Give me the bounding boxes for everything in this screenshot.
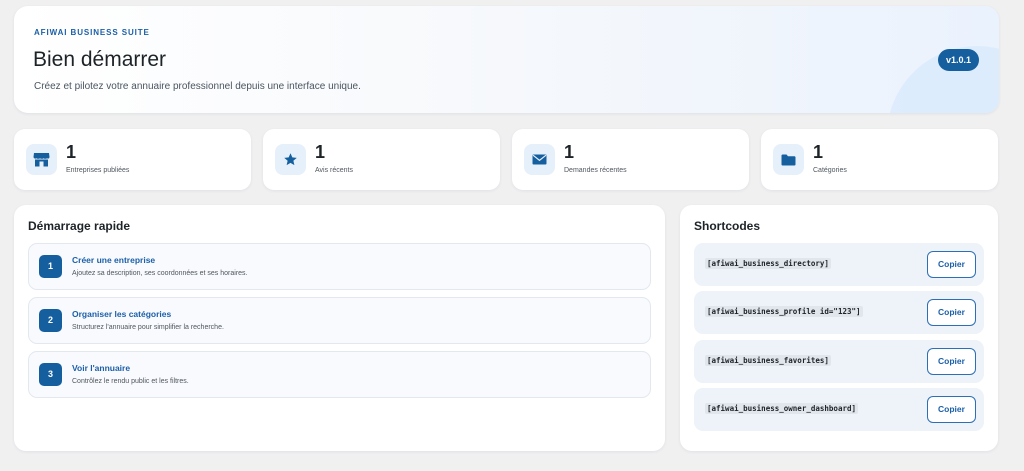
step-description: Ajoutez sa description, ses coordonnées … — [72, 270, 248, 277]
folder-icon — [773, 144, 804, 175]
quickstart-step-create-business[interactable]: 1 Créer une entreprise Ajoutez sa descri… — [28, 243, 651, 290]
shortcode-text: [afiwai_business_profile id="123"] — [705, 306, 863, 317]
step-description: Contrôlez le rendu public et les filtres… — [72, 378, 189, 385]
shortcode-row: [afiwai_business_favorites] Copier — [694, 340, 984, 383]
shortcode-text: [afiwai_business_favorites] — [705, 355, 831, 366]
step-title[interactable]: Organiser les catégories — [72, 309, 171, 319]
stat-value: 1 — [66, 142, 77, 162]
stat-label: Catégories — [813, 167, 847, 174]
envelope-icon — [524, 144, 555, 175]
copy-button[interactable]: Copier — [927, 299, 976, 326]
copy-button[interactable]: Copier — [927, 396, 976, 423]
shortcodes-panel: Shortcodes [afiwai_business_directory] C… — [680, 205, 998, 451]
copy-button[interactable]: Copier — [927, 251, 976, 278]
shortcode-row: [afiwai_business_profile id="123"] Copie… — [694, 291, 984, 334]
stat-label: Demandes récentes — [564, 167, 627, 174]
stat-card-categories: 1 Catégories — [761, 129, 998, 190]
stat-card-reviews: 1 Avis récents — [263, 129, 500, 190]
shortcode-row: [afiwai_business_owner_dashboard] Copier — [694, 388, 984, 431]
quickstart-title: Démarrage rapide — [28, 219, 131, 233]
page-title: Bien démarrer — [33, 48, 167, 71]
hero-card: AFIWAI BUSINESS SUITE Bien démarrer Crée… — [14, 6, 999, 113]
stat-value: 1 — [315, 142, 326, 162]
hero-eyebrow: AFIWAI BUSINESS SUITE — [34, 28, 150, 37]
step-number: 2 — [39, 309, 62, 332]
quickstart-step-organize-categories[interactable]: 2 Organiser les catégories Structurez l'… — [28, 297, 651, 344]
step-title[interactable]: Créer une entreprise — [72, 255, 155, 265]
stat-value: 1 — [813, 142, 824, 162]
shortcode-row: [afiwai_business_directory] Copier — [694, 243, 984, 286]
stat-label: Entreprises publiées — [66, 167, 130, 174]
version-badge: v1.0.1 — [938, 49, 979, 71]
copy-button[interactable]: Copier — [927, 348, 976, 375]
shortcode-text: [afiwai_business_directory] — [705, 258, 831, 269]
hero-subtitle: Créez et pilotez votre annuaire professi… — [34, 81, 361, 92]
star-icon — [275, 144, 306, 175]
stat-label: Avis récents — [315, 167, 353, 174]
quickstart-panel: Démarrage rapide 1 Créer une entreprise … — [14, 205, 665, 451]
stat-value: 1 — [564, 142, 575, 162]
stat-card-businesses: 1 Entreprises publiées — [14, 129, 251, 190]
shortcodes-title: Shortcodes — [694, 219, 761, 233]
shortcode-text: [afiwai_business_owner_dashboard] — [705, 403, 859, 414]
quickstart-step-view-directory[interactable]: 3 Voir l'annuaire Contrôlez le rendu pub… — [28, 351, 651, 398]
step-number: 1 — [39, 255, 62, 278]
storefront-icon — [26, 144, 57, 175]
step-title[interactable]: Voir l'annuaire — [72, 363, 130, 373]
step-number: 3 — [39, 363, 62, 386]
step-description: Structurez l'annuaire pour simplifier la… — [72, 324, 224, 331]
stat-card-requests: 1 Demandes récentes — [512, 129, 749, 190]
